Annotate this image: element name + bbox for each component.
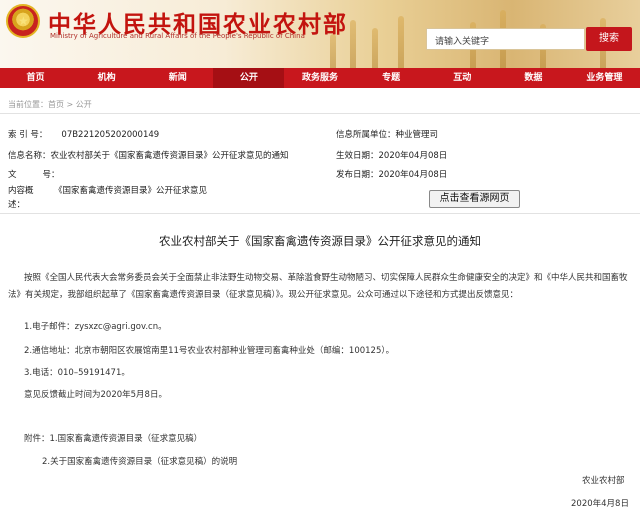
publish-date-row: 发布日期：2020年04月08日 — [336, 168, 447, 180]
nav-item-home[interactable]: 首页 — [0, 68, 71, 88]
summary-value: 《国家畜禽遗传资源目录》公开征求意见 — [54, 186, 208, 196]
dept-row: 信息所属单位：种业管理司 — [336, 128, 438, 140]
breadcrumb: 当前位置：首页 > 公开 — [8, 99, 92, 110]
search-input[interactable]: 请输入关键字 — [426, 28, 585, 50]
summary-label-line1: 内容概 — [8, 186, 34, 196]
dept-value: 种业管理司 — [395, 130, 439, 140]
national-emblem-icon[interactable]: ★ — [6, 4, 40, 38]
main-nav: 首页 机构 新闻 公开 政务服务 专题 互动 数据 业务管理 — [0, 68, 640, 88]
summary-label-line2: 述： — [8, 200, 26, 210]
info-name-row: 信息名称：农业农村部关于《国家畜禽遗传资源目录》公开征求意见的通知 — [8, 149, 289, 161]
attachment-1-link[interactable]: 附件：1.国家畜禽遗传资源目录（征求意见稿） — [24, 432, 202, 444]
article-title: 农业农村部关于《国家畜禽遗传资源目录》公开征求意见的通知 — [159, 234, 481, 248]
contact-address: 2.通信地址：北京市朝阳区农展馆南里11号农业农村部种业管理司畜禽种业处（邮编：… — [24, 346, 395, 356]
nav-item-data[interactable]: 数据 — [498, 68, 569, 88]
breadcrumb-separator: > — [64, 100, 76, 109]
doc-number-row: 文 号： — [8, 168, 60, 180]
nav-item-public[interactable]: 公开 — [213, 68, 285, 88]
effective-date-row: 生效日期：2020年04月08日 — [336, 149, 447, 161]
doc-number-label: 号： — [42, 170, 60, 180]
divider — [0, 213, 640, 214]
nav-item-news[interactable]: 新闻 — [142, 68, 213, 88]
breadcrumb-home-link[interactable]: 首页 — [48, 100, 64, 109]
index-number-row: 索 引 号： 07B221205202000149 — [8, 128, 159, 140]
effective-date-value: 2020年04月08日 — [378, 151, 448, 161]
search-button[interactable]: 搜索 — [586, 27, 632, 51]
contact-phone: 3.电话：010–59191471。 — [24, 368, 130, 378]
nav-item-interaction[interactable]: 互动 — [427, 68, 498, 88]
view-source-button[interactable]: 点击查看源网页 — [429, 190, 520, 208]
wheat-decoration — [398, 16, 404, 68]
publish-date-value: 2020年04月08日 — [378, 170, 448, 180]
deadline-text: 意见反馈截止时间为2020年5月8日。 — [24, 390, 167, 400]
site-subtitle: Ministry of Agriculture and Rural Affair… — [50, 32, 305, 40]
nav-item-topics[interactable]: 专题 — [356, 68, 427, 88]
index-number-value: 07B221205202000149 — [61, 130, 160, 140]
doc-number-label-char: 文 — [8, 170, 17, 180]
divider — [0, 113, 640, 114]
signer: 农业农村部 — [582, 476, 625, 486]
nav-item-services[interactable]: 政务服务 — [284, 68, 355, 88]
info-name-value: 农业农村部关于《国家畜禽遗传资源目录》公开征求意见的通知 — [50, 151, 289, 161]
index-number-label: 索 引 号： — [8, 130, 48, 140]
nav-item-business[interactable]: 业务管理 — [569, 68, 640, 88]
contact-email: 1.电子邮件：zysxzc@agri.gov.cn。 — [24, 322, 167, 332]
publish-date-label: 发布日期： — [336, 170, 379, 180]
site-header: ★ 中华人民共和国农业农村部 Ministry of Agriculture a… — [0, 0, 640, 68]
breadcrumb-public-link[interactable]: 公开 — [76, 100, 92, 109]
article-paragraph: 按照《全国人民代表大会常务委员会关于全面禁止非法野生动物交易、革除滥食野生动物陋… — [8, 273, 628, 300]
signature-date: 2020年4月8日 — [571, 499, 629, 509]
attachment-2-link[interactable]: 2.关于国家畜禽遗传资源目录（征求意见稿）的说明 — [42, 455, 237, 467]
wheat-decoration — [330, 34, 336, 68]
dept-label: 信息所属单位： — [336, 130, 396, 140]
info-name-label: 信息名称： — [8, 151, 51, 161]
wheat-decoration — [350, 20, 356, 68]
breadcrumb-prefix: 当前位置： — [8, 100, 48, 109]
wheat-decoration — [372, 28, 378, 68]
effective-date-label: 生效日期： — [336, 151, 379, 161]
nav-item-organization[interactable]: 机构 — [71, 68, 142, 88]
